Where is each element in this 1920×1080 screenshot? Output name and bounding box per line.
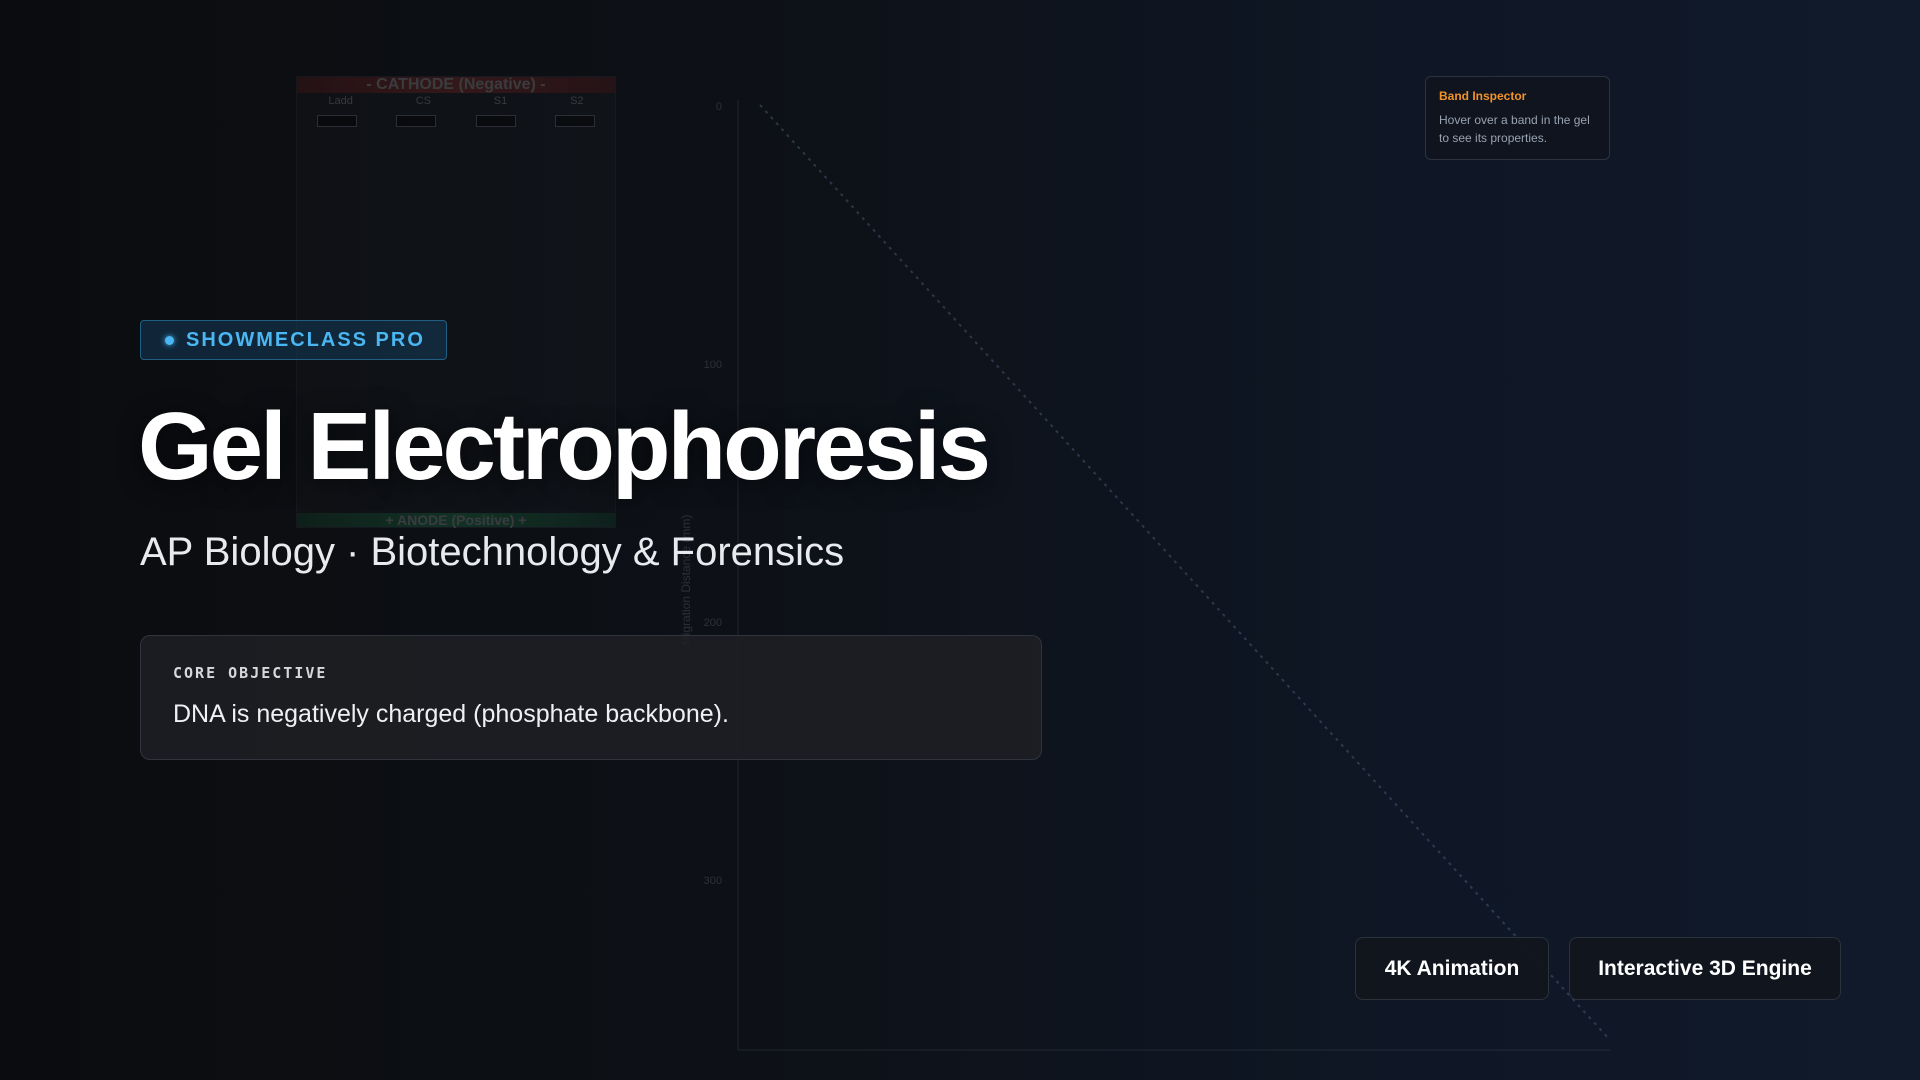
brand-badge-label: SHOWMECLASS PRO (186, 328, 425, 351)
anode-label: + ANODE (Positive) + (297, 513, 615, 527)
lane-label: CS (415, 95, 431, 107)
gel-well (396, 115, 437, 127)
brand-badge: SHOWMECLASS PRO (140, 320, 447, 360)
band-inspector-text: Hover over a band in the gel to see its … (1439, 113, 1590, 145)
chart-ytick-label: 100 (704, 359, 722, 371)
band-inspector-title: Band Inspector (1439, 89, 1527, 103)
page-subtitle: AP Biology · Biotechnology & Forensics (140, 530, 845, 574)
gel-well (316, 115, 357, 127)
page-title: Gel Electrophoresis (138, 393, 991, 500)
gel-well (475, 115, 516, 127)
gel-well (555, 115, 596, 127)
core-objective-label: CORE OBJECTIVE (173, 664, 328, 682)
band-inspector-panel: Band Inspector Hover over a band in the … (1425, 76, 1610, 160)
lane-label: S2 (570, 95, 584, 107)
chart-ytick-label: 200 (704, 617, 722, 629)
chart-trend-line (759, 104, 1611, 1041)
lane-label: Ladd (328, 95, 353, 107)
status-dot-icon (165, 335, 174, 345)
feature-4k-animation-button[interactable]: 4K Animation (1355, 937, 1549, 1000)
lane-labels: Ladd CS S1 S2 (297, 95, 615, 107)
feature-3d-engine-button[interactable]: Interactive 3D Engine (1569, 937, 1841, 1000)
gel-wells (297, 115, 615, 127)
lane-label: S1 (493, 95, 508, 107)
core-objective-card: CORE OBJECTIVE DNA is negatively charged… (140, 635, 1042, 760)
chart-ytick-label: 300 (704, 875, 722, 887)
core-objective-text: DNA is negatively charged (phosphate bac… (173, 700, 729, 728)
chart-ytick-label: 0 (716, 101, 722, 113)
cathode-label: - CATHODE (Negative) - (297, 77, 615, 93)
